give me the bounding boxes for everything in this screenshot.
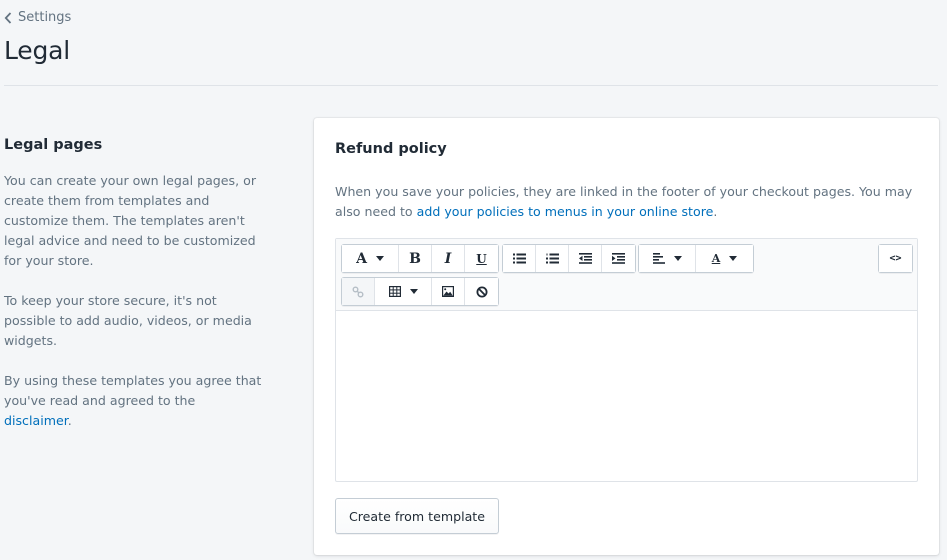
bold-icon: B [409,250,421,267]
font-icon: A [356,250,367,267]
bold-button[interactable]: B [399,245,432,272]
table-button[interactable] [375,278,432,305]
rich-text-editor: A B I U A <> [335,238,918,482]
format-group: A [638,244,754,273]
image-button[interactable] [432,278,465,305]
page-title: Legal [4,36,71,65]
annotation-paragraph: To keep your store secure, it's not poss… [4,293,252,348]
bulleted-list-button[interactable] [503,245,536,272]
caret-down-icon [375,256,384,261]
editor-content-area[interactable] [336,311,917,481]
breadcrumb-label: Settings [18,10,72,25]
italic-icon: I [444,250,452,267]
annotation-heading: Legal pages [4,137,103,153]
font-style-button[interactable]: A [342,245,399,272]
clear-formatting-button[interactable] [465,278,498,305]
agreement-suffix: . [67,413,72,428]
annotation-paragraph: You can create your own legal pages, or … [4,173,256,268]
source-group: <> [878,244,913,273]
text-color-button[interactable]: A [696,245,753,272]
indent-button[interactable] [602,245,635,272]
caret-down-icon [409,289,418,294]
clear-formatting-icon [476,286,487,297]
align-button[interactable] [639,245,696,272]
agreement-text: By using these templates you agree that … [4,373,262,408]
insert-group [341,277,499,306]
underline-icon: U [476,251,487,266]
chevron-left-icon [4,11,12,24]
bulleted-list-icon [512,253,526,264]
menus-link[interactable]: add your policies to menus in your onlin… [417,204,714,219]
refund-policy-card: Refund policy When you save your policie… [314,118,939,555]
numbered-list-button[interactable] [536,245,569,272]
legal-pages-annotation: Legal pages You can create your own lega… [4,137,264,451]
header-divider [4,85,938,86]
disclaimer-link[interactable]: disclaimer [4,413,68,428]
annotation-agreement: By using these templates you agree that … [4,371,264,431]
underline-button[interactable]: U [465,245,498,272]
link-icon [352,286,364,297]
description-suffix: . [713,204,718,219]
indent-icon [612,253,625,264]
link-button[interactable] [342,278,375,305]
text-color-icon: A [711,252,721,265]
code-icon: <> [889,253,902,264]
image-icon [442,286,454,297]
text-style-group: A B I U [341,244,499,273]
outdent-button[interactable] [569,245,602,272]
card-description: When you save your policies, they are li… [335,182,925,222]
create-from-template-button[interactable]: Create from template [335,498,499,534]
numbered-list-icon [545,253,559,264]
editor-toolbar: A B I U A <> [336,239,917,311]
outdent-icon [578,253,592,264]
caret-down-icon [673,256,682,261]
table-icon [388,286,401,297]
italic-button[interactable]: I [432,245,465,272]
breadcrumb-back-link[interactable]: Settings [4,10,71,25]
align-left-icon [652,253,665,264]
list-group [502,244,636,273]
caret-down-icon [729,256,738,261]
show-html-button[interactable]: <> [879,245,912,272]
card-title: Refund policy [335,141,447,157]
